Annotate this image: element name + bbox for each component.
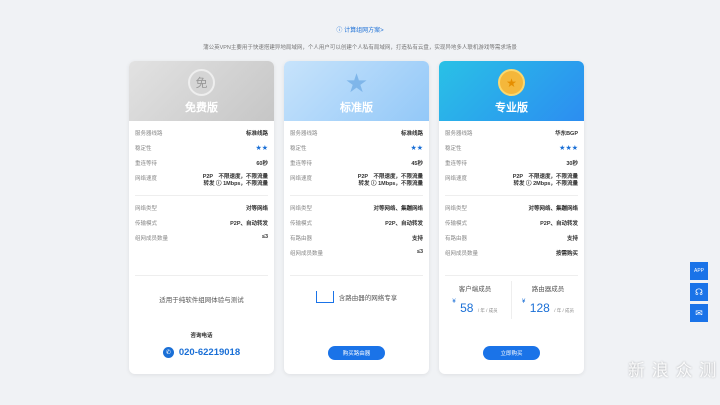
- row-label: 重连等待: [135, 161, 158, 167]
- star-badge-icon: ★: [344, 67, 369, 98]
- row-value: 对等网络、集蹦网络: [528, 206, 578, 212]
- watermark: 新 浪 众 测: [628, 361, 718, 380]
- row-value: 华东BGP: [555, 131, 578, 137]
- row-value: P2P 不限速度，不限流量 转发 ⓘ 1Mbps，不限流量: [357, 174, 423, 187]
- price-value: 58: [460, 301, 474, 315]
- plan-title: 标准版: [340, 102, 373, 114]
- support-button[interactable]: ☊: [690, 283, 708, 301]
- row-value: 支持: [411, 236, 423, 242]
- price-label: 路由器成员: [531, 286, 565, 293]
- app-label: APP: [693, 268, 704, 274]
- price-unit: / 年 / 成员: [554, 308, 575, 313]
- row-label: 组网成员数量: [135, 236, 169, 242]
- plan-card-pro: ★ 专业版 服务器线路 华东BGP 稳定性 ★★★ 重连等待 30秒 网络速度 P2P …: [439, 61, 584, 374]
- row-value: 对等网络: [245, 206, 268, 212]
- row-label: 网络类型: [290, 206, 313, 212]
- plan-card-free: 免 免费版 服务器线路 标准线路 稳定性 ★★ 重连等待 60秒 网络速度 P2P 不限…: [129, 61, 274, 374]
- price-label: 客户端成员: [458, 286, 492, 293]
- row-value: P2P、自动转发: [540, 221, 578, 227]
- intro-text: 蒲公英VPN主要用于快速搭建异地局域网，个人用户可以创建个人私有局域网，打造私有…: [203, 45, 517, 51]
- chat-icon: ✉: [695, 307, 703, 318]
- price-unit: / 年 / 成员: [477, 308, 498, 313]
- free-badge-icon: 免: [188, 69, 215, 96]
- row-label: 重连等待: [290, 161, 313, 167]
- stars-icon: ★★★: [559, 145, 578, 152]
- row-value: 30秒: [566, 161, 578, 167]
- row-value: 标准线路: [400, 131, 423, 137]
- row-label: 传输模式: [135, 221, 158, 227]
- row-label: 重连等待: [445, 161, 468, 167]
- consult-label: 咨询电话: [190, 333, 213, 339]
- row-label: 服务器线路: [445, 131, 473, 137]
- plan-title: 专业版: [495, 102, 528, 114]
- row-label: 组网成员数量: [445, 251, 479, 257]
- buy-router-button[interactable]: 购买路由器: [328, 346, 385, 360]
- row-value: 对等网络、集蹦网络: [373, 206, 423, 212]
- row-value: 60秒: [256, 161, 268, 167]
- row-value: 标准线路: [245, 131, 268, 137]
- plan-card-standard: ★ 标准版 服务器线路 标准线路 稳定性 ★★ 重连等待 45秒 网络速度 P2P 不限…: [284, 61, 429, 374]
- row-value: P2P 不限速度，不限流量 转发 ⓘ 1Mbps，不限流量: [202, 174, 268, 187]
- row-value: 按需购买: [555, 251, 578, 257]
- currency: ¥: [521, 299, 526, 305]
- medal-icon: ★: [498, 69, 525, 96]
- row-value: 45秒: [411, 161, 423, 167]
- plan-desc: 含路由器的网络专享: [338, 295, 398, 302]
- stars-icon: ★★: [255, 145, 268, 152]
- row-label: 有路由器: [445, 236, 468, 242]
- phone-icon: ✆: [162, 347, 174, 358]
- stars-icon: ★★: [410, 145, 423, 152]
- row-label: 网络类型: [135, 206, 158, 212]
- headset-icon: ☊: [695, 286, 703, 297]
- row-value: 支持: [566, 236, 578, 242]
- row-label: 网络速度: [290, 176, 313, 182]
- router-price-block: 路由器成员 ¥ 128 / 年 / 成员: [512, 283, 584, 317]
- currency: ¥: [452, 299, 456, 305]
- row-label: 稳定性: [135, 146, 152, 152]
- row-label: 服务器线路: [290, 131, 318, 137]
- row-label: 稳定性: [445, 146, 462, 152]
- row-value: P2P、自动转发: [385, 221, 423, 227]
- chat-button[interactable]: ✉: [690, 304, 708, 322]
- phone-number: 020-62219018: [178, 347, 241, 358]
- price-value: 128: [529, 301, 550, 315]
- row-label: 稳定性: [290, 146, 307, 152]
- plan-title: 免费版: [185, 102, 218, 114]
- router-icon: [315, 291, 334, 303]
- row-value: ≤3: [416, 249, 423, 255]
- row-label: 网络速度: [135, 176, 158, 182]
- row-label: 网络类型: [445, 206, 468, 212]
- row-label: 有路由器: [290, 236, 313, 242]
- row-value: P2P 不限速度，不限流量 转发 ⓘ 2Mbps，不限流量: [512, 174, 578, 187]
- row-label: 服务器线路: [135, 131, 163, 137]
- plan-desc: 适用于纯软件组网体验与测试: [159, 297, 244, 304]
- row-label: 传输模式: [290, 221, 313, 227]
- app-button[interactable]: APP: [690, 262, 708, 280]
- row-label: 组网成员数量: [290, 251, 324, 257]
- buy-now-button[interactable]: 立即购买: [483, 346, 540, 360]
- card-header: 免 免费版: [129, 61, 274, 121]
- row-label: 传输模式: [445, 221, 468, 227]
- row-value: P2P、自动转发: [230, 221, 268, 227]
- card-header: ★ 专业版: [439, 61, 584, 121]
- row-label: 网络速度: [445, 176, 468, 182]
- calc-plan-link[interactable]: ⓘ 计算组网方案>: [0, 25, 720, 34]
- client-price-block: 客户端成员 ¥ 58 / 年 / 成员: [439, 283, 511, 317]
- phone-link[interactable]: ✆ 020-62219018: [129, 347, 274, 358]
- row-value: ≤3: [261, 234, 268, 240]
- card-header: ★ 标准版: [284, 61, 429, 121]
